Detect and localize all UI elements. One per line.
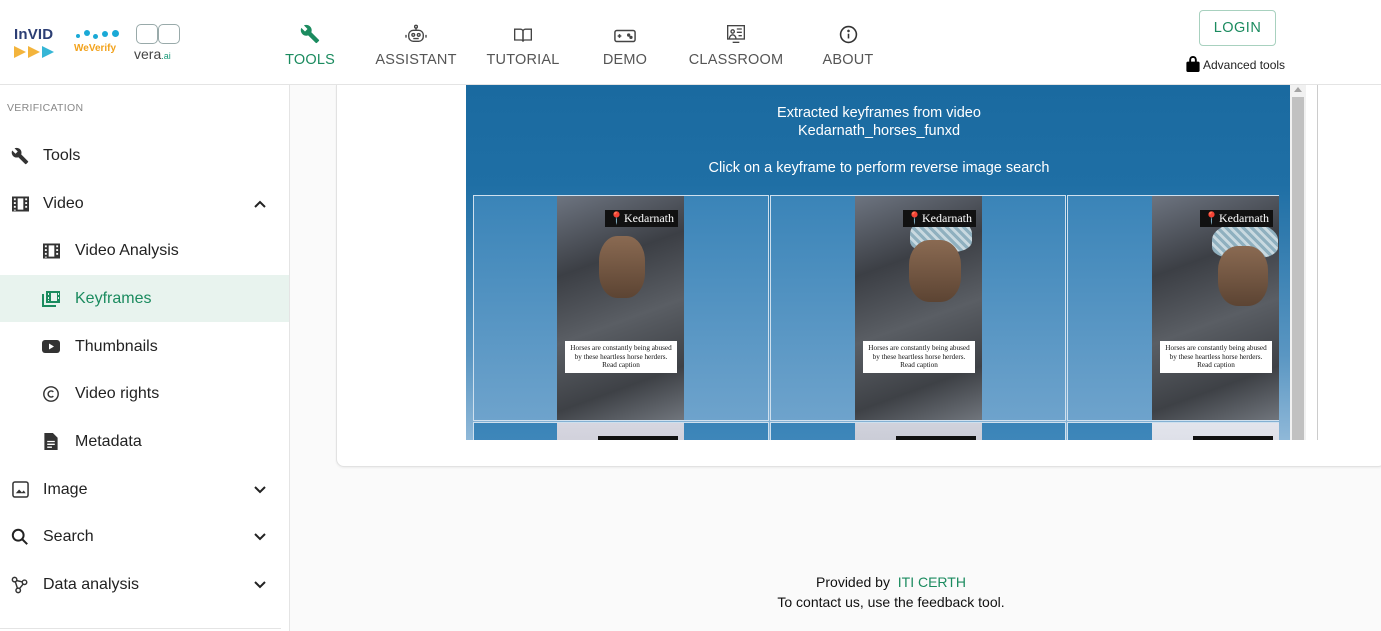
search-icon bbox=[10, 527, 30, 547]
sidebar-item-label: Data analysis bbox=[43, 575, 140, 593]
book-icon bbox=[513, 22, 533, 44]
sidebar-item-data-analysis[interactable]: Data analysis bbox=[0, 561, 289, 608]
sidebar-item-video[interactable]: Video bbox=[0, 180, 289, 227]
keyframe-tile[interactable]: 📍Kedarnath Horses are constantly being a… bbox=[1067, 195, 1279, 421]
keyframe-tile[interactable]: 📍Kedarnath Horses are constantly being a… bbox=[473, 195, 769, 421]
footer-provided-by: Provided by bbox=[816, 574, 890, 590]
invid-logo[interactable]: InVID bbox=[14, 26, 62, 58]
pin-icon: 📍 bbox=[907, 211, 923, 225]
scroll-up-arrow-icon[interactable] bbox=[1294, 87, 1302, 92]
keyframe-image[interactable] bbox=[855, 423, 982, 440]
wrench-icon bbox=[300, 22, 320, 44]
keyframe-image[interactable]: 📍Kedarnath Horses are constantly being a… bbox=[855, 196, 982, 420]
sidebar-section-label: VERIFICATION bbox=[7, 102, 84, 114]
chevron-down-icon[interactable] bbox=[252, 577, 268, 593]
advanced-tools-label: Advanced tools bbox=[1203, 58, 1286, 72]
youtube-icon bbox=[41, 337, 61, 357]
scrollbar-thumb[interactable] bbox=[1292, 97, 1304, 440]
panel-scrollbar[interactable] bbox=[1290, 85, 1306, 440]
sidebar-item-tools[interactable]: Tools bbox=[0, 132, 289, 179]
weverify-logo-text: WeVerify bbox=[74, 43, 117, 54]
sidebar-item-label: Thumbnails bbox=[75, 337, 158, 355]
robot-icon bbox=[405, 22, 427, 44]
logo-group: InVID WeVerify vera.ai bbox=[14, 24, 186, 62]
brain-icon bbox=[136, 24, 158, 44]
sidebar-item-video-analysis[interactable]: Video Analysis bbox=[0, 227, 289, 274]
keyframes-title: Extracted keyframes from video bbox=[777, 105, 981, 121]
sidebar-divider bbox=[0, 628, 281, 629]
sidebar-item-label: Search bbox=[43, 527, 94, 545]
document-icon bbox=[41, 432, 61, 452]
footer: Provided by ITI CERTH To contact us, use… bbox=[333, 572, 1381, 612]
vera-logo-text: vera.ai bbox=[134, 46, 171, 62]
film-icon bbox=[41, 241, 61, 261]
chevron-down-icon[interactable] bbox=[252, 482, 268, 498]
wrench-icon bbox=[10, 146, 30, 166]
sidebar-item-label: Video bbox=[43, 194, 84, 212]
keyframes-icon bbox=[41, 289, 61, 309]
pin-icon: 📍 bbox=[609, 211, 625, 225]
sidebar-item-keyframes[interactable]: Keyframes bbox=[0, 275, 289, 322]
keyframe-caption: Horses are constantly being abused by th… bbox=[565, 341, 677, 373]
sidebar-item-search[interactable]: Search bbox=[0, 513, 289, 560]
sidebar-item-video-rights[interactable]: Video rights bbox=[0, 370, 289, 417]
nav-demo-label: DEMO bbox=[602, 51, 648, 68]
sidebar-item-metadata[interactable]: Metadata bbox=[0, 418, 289, 465]
sidebar-item-image[interactable]: Image bbox=[0, 466, 289, 513]
invid-logo-triangles bbox=[14, 46, 54, 58]
image-icon bbox=[10, 480, 30, 500]
keyframe-tile[interactable] bbox=[1067, 422, 1279, 440]
vera-logo[interactable]: vera.ai bbox=[134, 24, 186, 62]
info-icon bbox=[839, 22, 858, 44]
sidebar-item-label: Image bbox=[43, 480, 88, 498]
sidebar-item-thumbnails[interactable]: Thumbnails bbox=[0, 323, 289, 370]
location-tag: 📍Kedarnath bbox=[1200, 210, 1273, 227]
keyframe-image[interactable] bbox=[1152, 423, 1279, 440]
lock-icon bbox=[1186, 55, 1200, 75]
sidebar-item-label: Video Analysis bbox=[75, 241, 179, 259]
footer-provider-link[interactable]: ITI CERTH bbox=[898, 574, 966, 590]
nav-assistant-label: ASSISTANT bbox=[375, 51, 457, 68]
classroom-icon bbox=[726, 22, 746, 44]
keyframe-caption: Horses are constantly being abused by th… bbox=[863, 341, 975, 373]
invid-logo-text: InVID bbox=[14, 26, 54, 43]
advanced-tools-link[interactable]: Advanced tools bbox=[1186, 55, 1285, 75]
sidebar-item-label: Keyframes bbox=[75, 289, 152, 307]
sidebar-item-label: Tools bbox=[43, 146, 81, 164]
keyframes-instruction: Click on a keyframe to perform reverse i… bbox=[708, 160, 1050, 176]
keyframe-image[interactable]: 📍Kedarnath Horses are constantly being a… bbox=[1152, 196, 1279, 420]
pin-icon: 📍 bbox=[1204, 211, 1220, 225]
copyright-icon bbox=[41, 384, 61, 404]
nav-tutorial-label: TUTORIAL bbox=[486, 51, 560, 68]
sidebar: VERIFICATION Tools Video Video Analysis … bbox=[0, 85, 290, 631]
keyframes-panel: Extracted keyframes from video Kedarnath… bbox=[466, 85, 1292, 440]
keyframe-image[interactable] bbox=[557, 423, 684, 440]
chevron-down-icon[interactable] bbox=[252, 529, 268, 545]
login-button[interactable]: LOGIN bbox=[1199, 10, 1276, 46]
nav-classroom-label: CLASSROOM bbox=[688, 51, 784, 68]
weverify-logo[interactable]: WeVerify bbox=[72, 26, 124, 58]
keyframe-tile[interactable]: 📍Kedarnath Horses are constantly being a… bbox=[770, 195, 1066, 421]
keyframe-image[interactable]: 📍Kedarnath Horses are constantly being a… bbox=[557, 196, 684, 420]
graph-icon bbox=[10, 575, 30, 595]
keyframe-tile[interactable] bbox=[770, 422, 1066, 440]
chevron-up-icon[interactable] bbox=[252, 196, 268, 212]
keyframe-caption: Horses are constantly being abused by th… bbox=[1160, 341, 1272, 373]
nav-tools-label: TOOLS bbox=[285, 51, 335, 68]
film-icon bbox=[10, 194, 30, 214]
app-header: InVID WeVerify vera.ai TOOLS ASSISTANT T… bbox=[0, 0, 1381, 85]
location-tag: 📍Kedarnath bbox=[605, 210, 678, 227]
location-tag: 📍Kedarnath bbox=[903, 210, 976, 227]
video-name: Kedarnath_horses_funxd bbox=[797, 123, 961, 139]
footer-contact: To contact us, use the feedback tool. bbox=[777, 594, 1005, 610]
sidebar-item-label: Metadata bbox=[75, 432, 142, 450]
keyframe-tile[interactable] bbox=[473, 422, 769, 440]
sidebar-item-label: Video rights bbox=[75, 384, 160, 402]
nav-about-label: ABOUT bbox=[822, 51, 874, 68]
magnifier-icon bbox=[158, 24, 180, 44]
gamepad-icon bbox=[614, 22, 636, 44]
